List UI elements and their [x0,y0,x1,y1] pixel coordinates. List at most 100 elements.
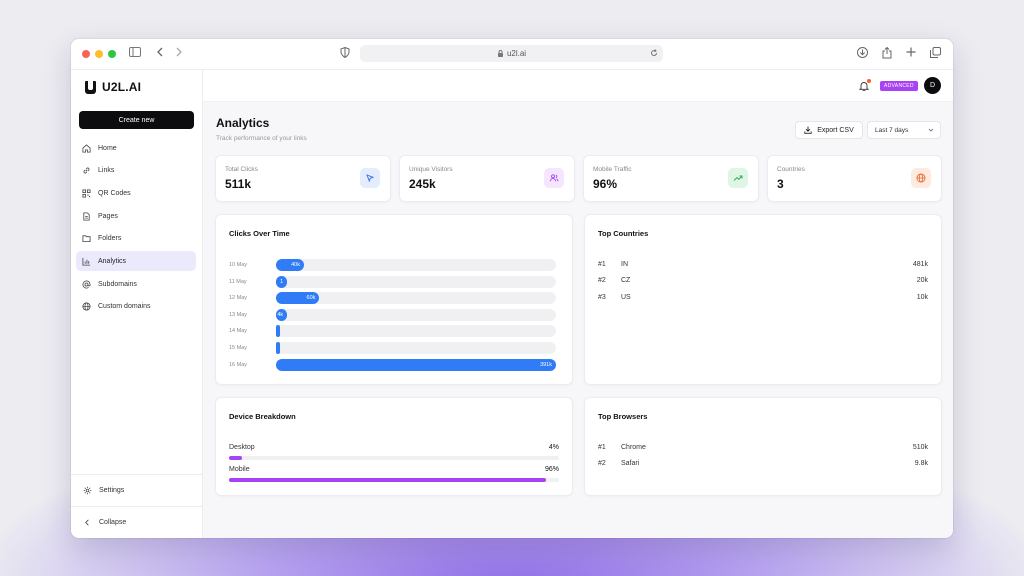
device-row: Desktop 4% [229,444,559,464]
sidebar-item-label: Pages [98,212,118,220]
sidebar-item-label: Subdomains [98,280,137,288]
sidebar-item-subdomains[interactable]: Subdomains [76,274,196,294]
sidebar-item-pages[interactable]: Pages [76,206,196,226]
sidebar-item-analytics[interactable]: Analytics [76,251,196,272]
sidebar-item-label: Links [98,167,115,175]
device-progress-fill [229,456,243,460]
country-value: 20k [916,277,928,285]
browser-row[interactable]: #2 Safari 9.8k [598,460,928,470]
minimize-window-button[interactable] [95,50,103,58]
browser-window: u2l.ai U2L.AI Create new Home Links QR C… [71,39,953,538]
avatar[interactable]: D [924,77,941,94]
settings-button[interactable]: Settings [71,475,202,506]
stat-value: 511k [225,177,252,191]
stat-label: Countries [777,166,805,173]
users-icon [549,174,559,182]
tab-overview-icon[interactable] [930,47,941,58]
sidebar-item-qr-codes[interactable]: QR Codes [76,183,196,203]
sidebar-footer: Settings Collapse [71,474,202,538]
device-name: Mobile [229,466,250,473]
rank-label: #2 [598,277,606,285]
browser-name: Safari [621,460,640,468]
browser-toolbar: u2l.ai [71,39,953,70]
export-csv-button[interactable]: Export CSV [795,121,863,139]
page-subtitle: Track performance of your links [216,135,307,142]
stat-card-mobile-traffic: Mobile Traffic 96% [583,155,759,202]
collapse-button[interactable]: Collapse [71,507,202,538]
download-icon[interactable] [857,47,868,58]
date-range-value: Last 7 days [875,126,909,134]
bar-fill[interactable]: 4k [276,308,288,321]
bar-date-label: 12 May [229,295,248,302]
bar-track: 1 [276,275,556,288]
trend-up-icon [733,175,743,181]
sidebar-item-home[interactable]: Home [76,138,196,158]
bar-fill[interactable] [276,325,280,338]
bar-date-label: 11 May [229,278,247,285]
country-name: IN [621,261,628,268]
lock-icon [497,50,503,57]
stat-icon-box [728,168,748,188]
stat-card-unique-visitors: Unique Visitors 245k [399,155,575,202]
page-icon [83,212,90,221]
bar-fill[interactable]: 60k [276,292,320,305]
sidebar-item-folders[interactable]: Folders [76,229,196,249]
country-row[interactable]: #3 US 10k [598,294,928,304]
bar-fill[interactable]: 1 [276,275,288,288]
page-title: Analytics [216,116,270,130]
create-new-button[interactable]: Create new [79,111,194,129]
notification-dot [867,79,871,83]
reload-icon[interactable] [650,49,658,57]
shield-icon[interactable] [340,47,350,58]
rank-label: #1 [598,444,606,451]
chevron-left-icon [85,519,89,526]
card-title: Top Browsers [598,412,648,421]
close-window-button[interactable] [82,50,90,58]
sidebar-nav: Home Links QR Codes Pages Folders Analyt… [76,138,196,320]
sidebar-toggle-icon[interactable] [129,47,141,57]
bar-track: 391k [276,358,556,371]
sidebar: U2L.AI Create new Home Links QR Codes Pa… [71,70,203,538]
clicks-bar-row: 16 May 391k [229,358,556,372]
clicks-bar-row: 15 May [229,342,556,355]
clicks-bar-row: 13 May 4k [229,308,556,322]
clicks-over-time-card: Clicks Over Time 10 May 40k 11 May 1 12 May 6… [215,214,573,385]
new-tab-icon[interactable] [906,47,916,57]
maximize-window-button[interactable] [108,50,116,58]
bar-fill[interactable]: 391k [276,358,556,371]
bar-fill[interactable]: 40k [276,259,304,271]
device-progress-track [229,456,559,460]
plan-badge[interactable]: ADVANCED [880,81,918,91]
card-title: Clicks Over Time [229,229,290,238]
main-content: ADVANCED D Analytics Track performance o… [203,70,953,538]
bar-fill[interactable] [276,342,280,354]
share-icon[interactable] [882,47,892,59]
country-value: 481k [912,261,928,268]
address-bar[interactable]: u2l.ai [360,45,663,62]
date-range-select[interactable]: Last 7 days [867,121,941,139]
stat-icon-box [360,168,380,188]
stat-card-countries: Countries 3 [767,155,942,202]
forward-arrow-icon[interactable] [176,47,183,57]
bar-date-label: 13 May [229,311,248,318]
sidebar-item-label: QR Codes [98,189,131,197]
clicks-bar-row: 14 May [229,325,556,338]
country-row[interactable]: #2 CZ 20k [598,277,928,287]
sidebar-item-custom-domains[interactable]: Custom domains [76,297,196,317]
link-icon [83,167,90,174]
back-arrow-icon[interactable] [156,47,163,57]
country-row[interactable]: #1 IN 481k [598,261,928,271]
bar-track: 40k [276,259,556,271]
brand-logo-icon [85,80,96,94]
sidebar-item-links[interactable]: Links [76,161,196,181]
country-name: CZ [621,277,631,285]
stat-value: 3 [777,177,784,191]
sidebar-item-label: Custom domains [98,303,151,311]
browser-row[interactable]: #1 Chrome 510k [598,444,928,454]
stat-label: Mobile Traffic [593,166,632,173]
rank-label: #2 [598,460,606,468]
sidebar-item-label: Folders [98,235,122,243]
rank-label: #3 [598,293,606,301]
cursor-icon [366,174,375,183]
brand[interactable]: U2L.AI [85,79,202,95]
